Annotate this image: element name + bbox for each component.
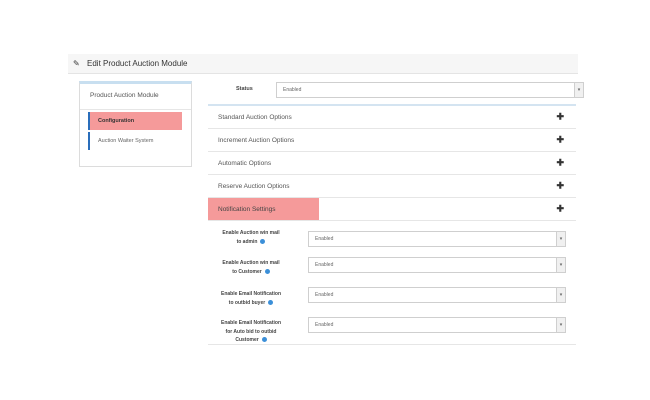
chevron-down-icon[interactable]: ▾ bbox=[574, 83, 583, 97]
divider bbox=[208, 344, 576, 345]
nav-item-auction-waiter-system[interactable]: Auction Waiter System bbox=[88, 132, 184, 150]
left-panel: Product Auction Module Configuration Auc… bbox=[79, 81, 192, 167]
win-mail-customer-select[interactable]: Enabled ▾ bbox=[308, 257, 566, 273]
win-mail-admin-select[interactable]: Enabled ▾ bbox=[308, 231, 566, 247]
chevron-down-icon[interactable]: ▾ bbox=[556, 288, 565, 302]
accordion-label: Standard Auction Options bbox=[218, 113, 292, 121]
accordion-label: Reserve Auction Options bbox=[218, 182, 290, 190]
accordion-standard-auction-options[interactable]: Standard Auction Options ✚ bbox=[208, 106, 576, 129]
pencil-icon: ✎ bbox=[73, 59, 80, 68]
chevron-down-icon[interactable]: ▾ bbox=[556, 318, 565, 332]
info-icon[interactable] bbox=[264, 268, 270, 274]
select-value: Enabled bbox=[315, 322, 334, 328]
plus-icon[interactable]: ✚ bbox=[556, 135, 564, 146]
nav-item-configuration[interactable]: Configuration bbox=[88, 112, 182, 130]
setting-label: Enable Auction win mail to Customer bbox=[222, 260, 280, 275]
info-icon[interactable] bbox=[261, 337, 267, 343]
status-row: Status Enabled ▾ bbox=[208, 80, 584, 100]
autobid-outbid-customer-select[interactable]: Enabled ▾ bbox=[308, 317, 566, 333]
select-value: Enabled bbox=[315, 262, 334, 268]
setting-label: Enable Email Notification for Auto bid t… bbox=[220, 320, 281, 343]
page-title: Edit Product Auction Module bbox=[87, 59, 188, 68]
status-label: Status bbox=[236, 86, 253, 92]
plus-icon[interactable]: ✚ bbox=[556, 204, 564, 215]
outbid-buyer-select[interactable]: Enabled ▾ bbox=[308, 287, 566, 303]
accordion-label: Automatic Options bbox=[218, 159, 272, 167]
page-header: ✎ Edit Product Auction Module bbox=[68, 54, 578, 74]
setting-label: Enable Email Notification to outbid buye… bbox=[220, 291, 281, 306]
accordion-notification-settings[interactable]: Notification Settings ✚ bbox=[208, 198, 576, 221]
plus-icon[interactable]: ✚ bbox=[556, 112, 564, 123]
status-select-value: Enabled bbox=[283, 87, 302, 93]
status-select[interactable]: Enabled ▾ bbox=[276, 82, 584, 98]
info-icon[interactable] bbox=[268, 299, 274, 305]
plus-icon[interactable]: ✚ bbox=[556, 181, 564, 192]
left-nav: Configuration Auction Waiter System bbox=[88, 112, 184, 150]
accordion-increment-auction-options[interactable]: Increment Auction Options ✚ bbox=[208, 129, 576, 152]
plus-icon[interactable]: ✚ bbox=[556, 158, 564, 169]
info-icon[interactable] bbox=[260, 238, 266, 244]
accordion-label: Increment Auction Options bbox=[218, 136, 295, 144]
accordion-reserve-auction-options[interactable]: Reserve Auction Options ✚ bbox=[208, 175, 576, 198]
accordion-label: Notification Settings bbox=[208, 198, 319, 220]
setting-label: Enable Auction win mail to admin bbox=[222, 230, 280, 245]
chevron-down-icon[interactable]: ▾ bbox=[556, 258, 565, 272]
select-value: Enabled bbox=[315, 292, 334, 298]
accordion-automatic-options[interactable]: Automatic Options ✚ bbox=[208, 152, 576, 175]
chevron-down-icon[interactable]: ▾ bbox=[556, 232, 565, 246]
left-panel-title: Product Auction Module bbox=[80, 84, 191, 110]
select-value: Enabled bbox=[315, 236, 334, 242]
options-accordion: Standard Auction Options ✚ Increment Auc… bbox=[208, 104, 576, 221]
